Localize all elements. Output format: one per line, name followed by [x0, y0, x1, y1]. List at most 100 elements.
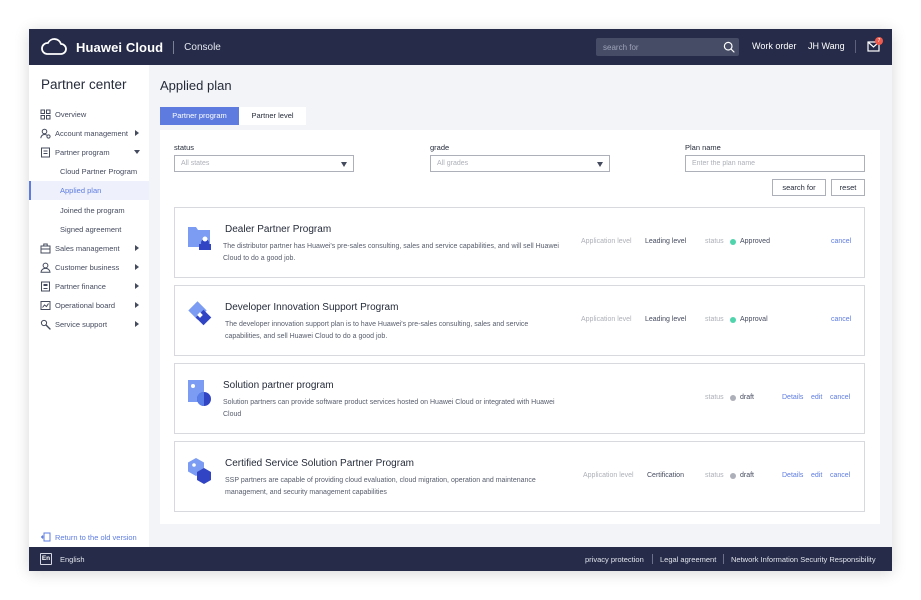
status-dot-draft [730, 473, 736, 479]
sidebar-item-label: Customer business [55, 263, 120, 272]
details-link[interactable]: Details [782, 472, 803, 479]
plan-description: Solution partners can provide software p… [223, 399, 555, 418]
application-level-label: Application level [581, 238, 632, 245]
sidebar-item-partner-program[interactable]: Partner program [29, 143, 149, 162]
sidebar-item-service-support[interactable]: Service support [29, 315, 149, 334]
grade-select[interactable]: All grades [430, 155, 610, 172]
status-select-value: All states [181, 160, 210, 167]
status-filter-label: status [174, 143, 195, 152]
footer-divider [723, 554, 724, 564]
notification-badge: 7 [875, 37, 883, 45]
privacy-protection-link[interactable]: privacy protection [585, 555, 644, 564]
status-label: status [705, 394, 724, 401]
cancel-link[interactable]: cancel [830, 472, 850, 479]
plan-title: Solution partner program [223, 380, 334, 391]
cancel-link[interactable]: cancel [830, 394, 850, 401]
language-icon[interactable]: En [40, 553, 52, 565]
sidebar-item-partner-finance[interactable]: Partner finance [29, 277, 149, 296]
caret-right-icon [135, 245, 139, 251]
sidebar-item-sales-management[interactable]: Sales management [29, 239, 149, 258]
sidebar-item-label: Partner program [55, 148, 110, 157]
footer-divider [652, 554, 653, 564]
brand-divider [173, 40, 175, 54]
sidebar-item-customer-business[interactable]: Customer business [29, 258, 149, 277]
plan-title: Developer Innovation Support Program [225, 302, 399, 313]
page-title: Applied plan [160, 78, 232, 93]
status-value: draft [740, 472, 755, 479]
brand-name: Huawei Cloud [76, 39, 164, 55]
plan-description: SSP partners are capable of providing cl… [225, 477, 536, 496]
network-security-link[interactable]: Network Information Security Responsibil… [731, 555, 876, 564]
console-label[interactable]: Console [184, 42, 221, 53]
plan-name-input[interactable] [685, 155, 865, 172]
sidebar-item-label: Account management [55, 129, 128, 138]
sidebar-item-signed-agreement[interactable]: Signed agreement [29, 220, 149, 239]
sidebar-item-joined-program[interactable]: Joined the program [29, 201, 149, 220]
wrench-icon [40, 319, 51, 330]
caret-down-icon [341, 162, 347, 167]
status-value: Approval [740, 316, 768, 323]
cloud-logo-icon [41, 38, 67, 55]
work-order-link[interactable]: Work order [752, 41, 796, 51]
sidebar-item-applied-plan[interactable]: Applied plan [29, 181, 149, 200]
edit-link[interactable]: edit [811, 394, 822, 401]
search-button[interactable]: search for [772, 179, 826, 196]
legal-agreement-link[interactable]: Legal agreement [660, 555, 716, 564]
plan-card: Dealer Partner Program The distributor p… [174, 207, 865, 278]
top-navigation-bar: Huawei Cloud Console Work order JH Wang … [29, 29, 892, 65]
reset-button[interactable]: reset [831, 179, 865, 196]
sidebar-item-label: Overview [55, 110, 87, 119]
cancel-link[interactable]: cancel [831, 316, 851, 323]
plan-description: The distributor partner has Huawei's pre… [223, 243, 559, 262]
sidebar-item-label: Partner finance [55, 282, 106, 291]
tab-partner-level[interactable]: Partner level [239, 107, 306, 125]
sidebar-title: Partner center [41, 77, 127, 92]
application-level-value: Leading level [645, 238, 687, 245]
tab-partner-program[interactable]: Partner program [160, 107, 239, 125]
status-dot-approved [730, 239, 736, 245]
caret-right-icon [135, 302, 139, 308]
application-level-label: Application level [583, 472, 634, 479]
plan-card: Developer Innovation Support Program The… [174, 285, 865, 356]
status-value: draft [740, 394, 755, 401]
sidebar-item-label: Sales management [55, 244, 120, 253]
global-search [596, 38, 739, 56]
edit-link[interactable]: edit [811, 472, 822, 479]
application-level-value: Leading level [645, 316, 687, 323]
sidebar-item-overview[interactable]: Overview [29, 105, 149, 124]
finance-icon [41, 281, 50, 292]
document-icon [41, 147, 50, 158]
caret-right-icon [135, 321, 139, 327]
search-icon[interactable] [723, 41, 735, 53]
grade-select-value: All grades [437, 160, 469, 167]
exit-icon [41, 532, 51, 542]
language-selector[interactable]: English [60, 555, 85, 564]
app-window: Huawei Cloud Console Work order JH Wang … [29, 29, 892, 571]
details-link[interactable]: Details [782, 394, 803, 401]
plan-title: Certified Service Solution Partner Progr… [225, 458, 414, 469]
sidebar-item-label: Service support [55, 320, 108, 329]
user-menu[interactable]: JH Wang [808, 41, 845, 51]
grid-icon [40, 109, 51, 120]
sidebar-item-account-management[interactable]: Account management [29, 124, 149, 143]
status-label: status [705, 238, 724, 245]
caret-right-icon [135, 283, 139, 289]
main-content: Applied plan Partner program Partner lev… [149, 65, 892, 547]
application-level-label: Application level [581, 316, 632, 323]
certified-service-program-icon [188, 458, 211, 484]
user-gear-icon [40, 128, 51, 139]
sidebar-item-operational-board[interactable]: Operational board [29, 296, 149, 315]
cancel-link[interactable]: cancel [831, 238, 851, 245]
status-select[interactable]: All states [174, 155, 354, 172]
plan-name-filter-label: Plan name [685, 143, 721, 152]
sidebar-item-cloud-partner-program[interactable]: Cloud Partner Program [29, 162, 149, 181]
return-old-version-link[interactable]: Return to the old version [41, 532, 137, 542]
brand[interactable]: Huawei Cloud Console [40, 37, 221, 57]
application-level-value: Certification [647, 472, 684, 479]
customer-icon [40, 262, 51, 273]
global-search-input[interactable] [596, 38, 716, 56]
plan-title: Dealer Partner Program [225, 224, 332, 235]
status-value: Approved [740, 238, 770, 245]
status-label: status [705, 472, 724, 479]
status-dot-draft [730, 395, 736, 401]
